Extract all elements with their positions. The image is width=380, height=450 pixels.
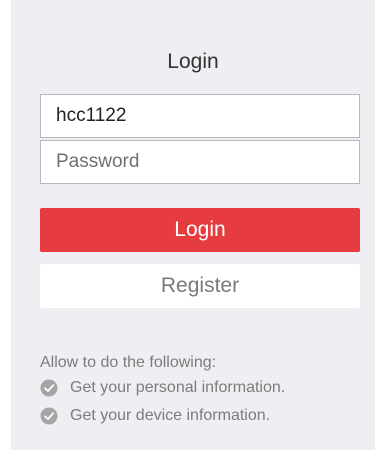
permissions-heading: Allow to do the following:: [40, 354, 217, 371]
password-input[interactable]: [40, 140, 360, 184]
username-input[interactable]: [40, 94, 360, 138]
register-button[interactable]: Register: [40, 264, 360, 308]
permissions-section: Allow to do the following: Get your pers…: [40, 352, 360, 430]
permission-item: Get your personal information.: [40, 374, 360, 402]
login-panel: Login Login Register Allow to do the fol…: [11, 0, 375, 450]
check-circle-icon: [40, 407, 58, 425]
permission-label: Get your device information.: [70, 407, 271, 424]
permission-item: Get your device information.: [40, 402, 360, 430]
check-circle-icon: [40, 379, 58, 397]
login-title: Login: [167, 50, 219, 73]
permission-label: Get your personal information.: [70, 379, 286, 396]
login-button[interactable]: Login: [40, 208, 360, 252]
